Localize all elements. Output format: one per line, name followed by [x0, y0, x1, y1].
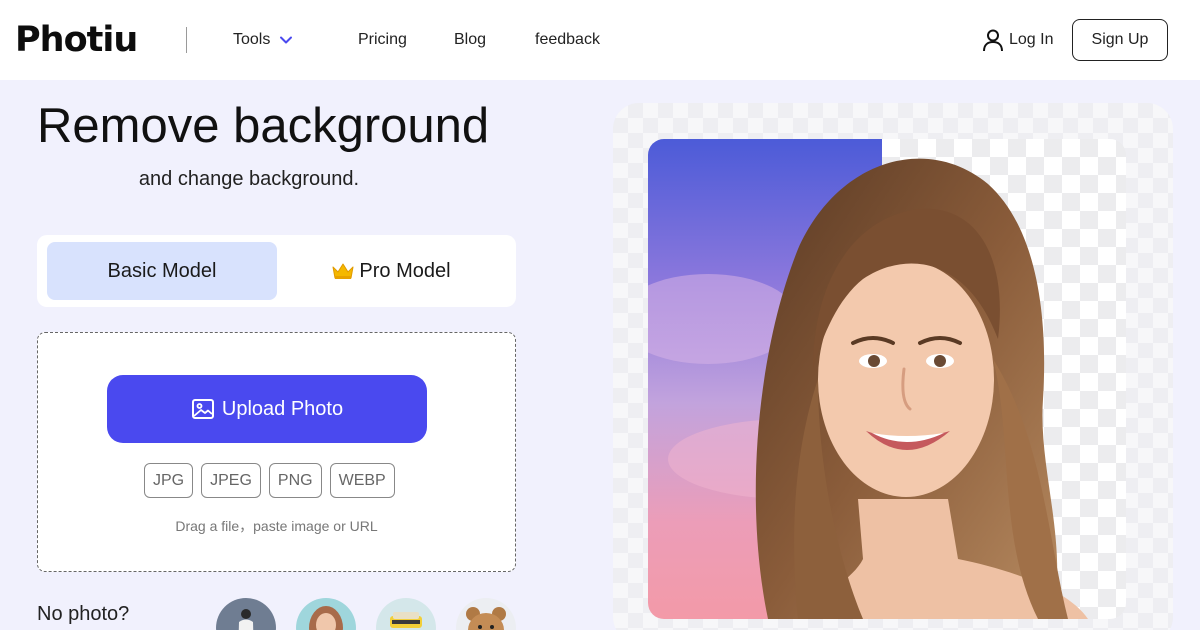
logo[interactable]: Photiu [15, 18, 138, 62]
user-icon[interactable] [982, 28, 1004, 52]
login-link[interactable]: Log In [1009, 30, 1053, 50]
page-title: Remove background [37, 99, 490, 153]
top-nav-bar: Photiu Tools Pricing Blog feedback Log I… [0, 0, 1200, 80]
nav-feedback[interactable]: feedback [535, 30, 600, 50]
page-subtitle: and change background. [138, 168, 360, 190]
tab-pro-model-label: Pro Model [359, 259, 451, 282]
no-photo-label: No photo? [37, 603, 130, 625]
sample-image-person-white[interactable] [216, 598, 276, 630]
format-badge: WEBP [329, 463, 395, 498]
sample-image-car[interactable] [376, 598, 436, 630]
chevron-down-icon[interactable] [279, 33, 293, 47]
tab-basic-model-label: Basic Model [107, 259, 217, 282]
format-badge: JPEG [201, 463, 261, 498]
upload-dropzone[interactable]: Upload Photo JPG JPEG PNG WEBP Drag a fi… [37, 332, 516, 572]
upload-photo-button[interactable]: Upload Photo [107, 375, 427, 443]
tab-pro-model[interactable]: Pro Model [276, 242, 506, 300]
nav-pricing[interactable]: Pricing [358, 30, 407, 50]
sample-image-teddy-bear[interactable] [456, 598, 516, 630]
signup-button[interactable]: Sign Up [1072, 19, 1168, 61]
format-badge: JPG [144, 463, 194, 498]
nav-blog[interactable]: Blog [454, 30, 486, 50]
tab-basic-model[interactable]: Basic Model [47, 242, 277, 300]
upload-photo-label: Upload Photo [221, 397, 344, 420]
crown-icon [332, 263, 354, 279]
image-icon [191, 399, 214, 419]
format-badge: PNG [268, 463, 322, 498]
sample-image-woman[interactable] [296, 598, 356, 630]
format-badges: JPG JPEG PNG WEBP [144, 463, 395, 498]
upload-hint: Drag a file，paste image or URL [175, 518, 378, 534]
nav-divider [186, 27, 187, 53]
model-selector: Basic Model Pro Model [37, 235, 516, 307]
nav-tools[interactable]: Tools [233, 30, 270, 50]
preview-image [648, 139, 1126, 619]
